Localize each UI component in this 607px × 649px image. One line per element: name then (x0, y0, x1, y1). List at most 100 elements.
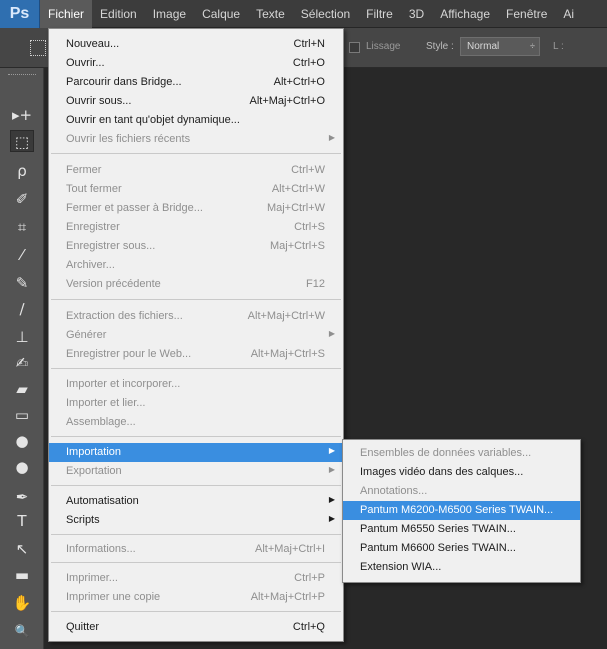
menu-affichage[interactable]: Affichage (432, 0, 498, 28)
menu-image[interactable]: Image (145, 0, 194, 28)
submenu-item-annotations[interactable]: Annotations... (343, 482, 580, 501)
clone-stamp-tool-icon[interactable]: ⊥ (10, 326, 34, 348)
fichier-menu: Nouveau... Ctrl+N Ouvrir... Ctrl+O Parco… (48, 28, 344, 642)
menu-fichier[interactable]: Fichier (40, 0, 93, 28)
pen-tool-icon[interactable]: ✒ (10, 486, 34, 508)
healing-brush-tool-icon[interactable]: ✎ (10, 272, 34, 294)
eraser-tool-icon[interactable]: ▰ (10, 378, 34, 400)
menu-item-scripts[interactable]: Scripts ▶ (49, 511, 343, 530)
menu-item-label: Informations... (66, 543, 136, 555)
menu-item-label: Automatisation (66, 495, 139, 507)
menu-item-enregistrer[interactable]: Enregistrer Ctrl+S (49, 218, 343, 237)
menu-item-ouvrir-sous[interactable]: Ouvrir sous... Alt+Maj+Ctrl+O (49, 92, 343, 111)
lissage-label: Lissage (366, 41, 401, 52)
menu-item-shortcut: Alt+Maj+Ctrl+O (249, 95, 326, 107)
menu-item-label: Importation (66, 446, 122, 458)
menu-item-fermer[interactable]: Fermer Ctrl+W (49, 161, 343, 180)
menu-item-generer[interactable]: Générer ▶ (49, 326, 343, 345)
menu-separator (51, 368, 341, 369)
brush-tool-icon[interactable]: ∕ (10, 298, 34, 320)
menu-item-tout-fermer[interactable]: Tout fermer Alt+Ctrl+W (49, 180, 343, 199)
menu-item-fichiers-recents[interactable]: Ouvrir les fichiers récents ▶ (49, 130, 343, 149)
menu-item-automatisation[interactable]: Automatisation ▶ (49, 492, 343, 511)
menu-item-label: Fermer (66, 164, 102, 176)
chevron-down-icon: ÷ (530, 41, 535, 51)
menu-item-extraction[interactable]: Extraction des fichiers... Alt+Maj+Ctrl+… (49, 307, 343, 326)
menu-item-ouvrir[interactable]: Ouvrir... Ctrl+O (49, 54, 343, 73)
lissage-checkbox[interactable] (349, 42, 360, 53)
eyedropper-tool-icon[interactable]: ⁄ (10, 244, 34, 266)
menu-item-label: Ensembles de données variables... (360, 447, 532, 459)
menu-item-importer-incorporer[interactable]: Importer et incorporer... (49, 375, 343, 394)
photoshop-logo: Ps (0, 0, 40, 28)
menu-item-label: Extension WIA... (360, 561, 442, 573)
path-selection-tool-icon[interactable]: ↖ (10, 538, 34, 560)
menu-separator (51, 299, 341, 300)
menu-item-informations[interactable]: Informations... Alt+Maj+Ctrl+I (49, 540, 343, 559)
marquee-tool-icon[interactable]: ⬚ (10, 130, 34, 152)
menu-item-label: Enregistrer pour le Web... (66, 348, 192, 360)
menu-fenetre[interactable]: Fenêtre (498, 0, 555, 28)
panel-grip[interactable] (8, 74, 36, 77)
menu-item-quitter[interactable]: Quitter Ctrl+Q (49, 618, 343, 637)
submenu-item-pantum-m6550[interactable]: Pantum M6550 Series TWAIN... (343, 520, 580, 539)
menu-item-assemblage[interactable]: Assemblage... (49, 413, 343, 432)
menu-texte[interactable]: Texte (248, 0, 293, 28)
menu-item-importer-lier[interactable]: Importer et lier... (49, 394, 343, 413)
zoom-tool-icon[interactable]: 🔍 (10, 620, 34, 642)
shape-tool-icon[interactable]: ▬ (10, 564, 34, 586)
menu-item-imprimer[interactable]: Imprimer... Ctrl+P (49, 569, 343, 588)
submenu-item-ensembles-donnees[interactable]: Ensembles de données variables... (343, 444, 580, 463)
menu-item-shortcut: Ctrl+N (293, 38, 325, 50)
submenu-item-extension-wia[interactable]: Extension WIA... (343, 558, 580, 577)
menu-item-label: Fermer et passer à Bridge... (66, 202, 203, 214)
menu-edition[interactable]: Edition (92, 0, 145, 28)
menu-item-parcourir-bridge[interactable]: Parcourir dans Bridge... Alt+Ctrl+O (49, 73, 343, 92)
menu-item-version-precedente[interactable]: Version précédente F12 (49, 275, 343, 294)
blur-tool-icon[interactable]: ● (10, 430, 34, 452)
menu-filtre[interactable]: Filtre (358, 0, 401, 28)
menu-separator (51, 534, 341, 535)
menu-item-objet-dynamique[interactable]: Ouvrir en tant qu'objet dynamique... (49, 111, 343, 130)
tool-panel: ▸+ ⬚ ρ ✐ ⌗ ⁄ ✎ ∕ ⊥ ✍ ▰ ▭ ● ● ✒ T ↖ ▬ ✋ 🔍 (0, 68, 44, 649)
chevron-right-icon: ▶ (328, 329, 335, 338)
menu-item-shortcut: Ctrl+W (291, 164, 325, 176)
style-select[interactable]: Normal ÷ (460, 37, 540, 56)
crop-tool-icon[interactable]: ⌗ (10, 216, 34, 238)
menu-item-label: Générer (66, 329, 107, 341)
marquee-preset-icon[interactable] (30, 40, 46, 56)
menu-item-label: Ouvrir... (66, 57, 105, 69)
menu-item-label: Imprimer une copie (66, 591, 161, 603)
menu-item-fermer-passer-bridge[interactable]: Fermer et passer à Bridge... Maj+Ctrl+W (49, 199, 343, 218)
menu-aide[interactable]: Ai (555, 0, 582, 28)
quick-select-tool-icon[interactable]: ✐ (10, 188, 34, 210)
menu-item-enregistrer-sous[interactable]: Enregistrer sous... Maj+Ctrl+S (49, 237, 343, 256)
history-brush-tool-icon[interactable]: ✍ (10, 352, 34, 374)
menu-item-label: Importer et lier... (66, 397, 146, 409)
hand-tool-icon[interactable]: ✋ (10, 592, 34, 614)
menu-item-shortcut: Ctrl+O (292, 57, 325, 69)
menu-item-imprimer-copie[interactable]: Imprimer une copie Alt+Maj+Ctrl+P (49, 588, 343, 607)
menu-item-importation[interactable]: Importation ▶ (49, 443, 343, 462)
menu-item-nouveau[interactable]: Nouveau... Ctrl+N (49, 35, 343, 54)
chevron-right-icon: ▶ (328, 514, 335, 523)
menu-item-label: Version précédente (66, 278, 161, 290)
submenu-item-pantum-m6200[interactable]: Pantum M6200-M6500 Series TWAIN... (343, 501, 580, 520)
move-tool-icon[interactable]: ▸+ (10, 104, 34, 126)
lasso-tool-icon[interactable]: ρ (10, 160, 34, 182)
menu-3d[interactable]: 3D (401, 0, 432, 28)
chevron-right-icon: ▶ (328, 495, 335, 504)
submenu-item-pantum-m6600[interactable]: Pantum M6600 Series TWAIN... (343, 539, 580, 558)
menu-item-shortcut: Alt+Ctrl+O (273, 76, 325, 88)
menu-item-archiver[interactable]: Archiver... (49, 256, 343, 275)
menu-selection[interactable]: Sélection (293, 0, 358, 28)
menu-item-shortcut: Ctrl+S (294, 221, 325, 233)
menu-item-label: Assemblage... (66, 416, 136, 428)
menu-item-exportation[interactable]: Exportation ▶ (49, 462, 343, 481)
submenu-item-images-video[interactable]: Images vidéo dans des calques... (343, 463, 580, 482)
dodge-tool-icon[interactable]: ● (10, 456, 34, 478)
type-tool-icon[interactable]: T (10, 510, 34, 532)
menu-calque[interactable]: Calque (194, 0, 248, 28)
menu-item-enregistrer-web[interactable]: Enregistrer pour le Web... Alt+Maj+Ctrl+… (49, 345, 343, 364)
gradient-tool-icon[interactable]: ▭ (10, 404, 34, 426)
